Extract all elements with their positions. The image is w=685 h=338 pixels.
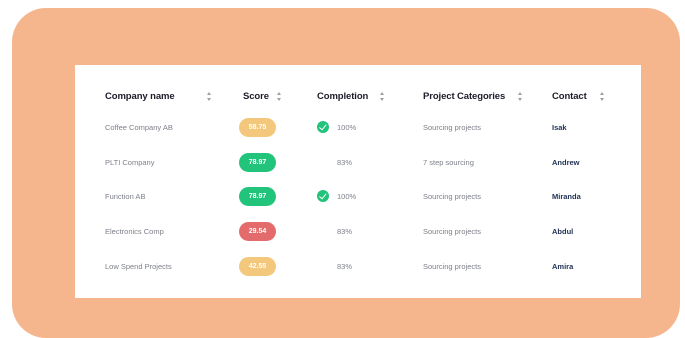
sort-icon[interactable] [600, 92, 605, 101]
check-circle-icon [317, 121, 329, 133]
score-badge: 78.97 [239, 186, 276, 206]
contact-link[interactable]: Miranda [552, 185, 581, 207]
column-header-company-name[interactable]: Company name [105, 89, 175, 103]
column-header-label: Score [243, 90, 269, 102]
companies-table: Company name Score Completion Project Ca… [75, 65, 641, 298]
table-row[interactable]: Low Spend Projects 42.55 83% Sourcing pr… [75, 255, 641, 277]
column-header-label: Project Categories [423, 90, 506, 102]
card-background-frame: Company name Score Completion Project Ca… [12, 8, 680, 338]
sort-icon[interactable] [277, 92, 282, 101]
completion-value: 83% [337, 261, 353, 271]
company-name-cell: Electronics Comp [105, 226, 164, 236]
project-category-cell: Sourcing projects [423, 122, 481, 132]
sort-icon[interactable] [207, 92, 212, 101]
score-badge: 42.55 [239, 256, 276, 276]
contact-link[interactable]: Amira [552, 255, 573, 277]
score-cell: 78.97 [239, 151, 276, 173]
sort-icon[interactable] [518, 92, 523, 101]
table-row[interactable]: Electronics Comp 29.54 83% Sourcing proj… [75, 220, 641, 242]
completion-cell: 100% [317, 116, 356, 138]
score-cell: 58.75 [239, 116, 276, 138]
company-name-cell: Coffee Company AB [105, 122, 173, 132]
column-header-project-categories[interactable]: Project Categories [423, 89, 505, 103]
column-header-label: Contact [552, 90, 587, 102]
completion-cell: 83% [337, 255, 352, 277]
column-header-score[interactable]: Score [243, 89, 269, 103]
company-name-cell: PLTI Company [105, 157, 155, 167]
project-category-cell: 7 step sourcing [423, 157, 474, 167]
project-category-cell: Sourcing projects [423, 191, 481, 201]
completion-cell: 100% [317, 185, 356, 207]
table-row[interactable]: Function AB 78.97 100% Sourcing projects… [75, 185, 641, 207]
score-badge: 58.75 [239, 117, 276, 137]
score-cell: 78.97 [239, 185, 276, 207]
contact-link[interactable]: Isak [552, 116, 567, 138]
contact-link[interactable]: Abdul [552, 220, 573, 242]
completion-value: 83% [337, 226, 353, 236]
column-header-contact[interactable]: Contact [552, 89, 587, 103]
score-cell: 29.54 [239, 220, 276, 242]
company-name-cell: Function AB [105, 191, 146, 201]
column-header-label: Completion [317, 90, 369, 102]
completion-value: 100% [337, 191, 357, 201]
completion-value: 83% [337, 157, 353, 167]
table-row[interactable]: Coffee Company AB 58.75 100% Sourcing pr… [75, 116, 641, 138]
score-cell: 42.55 [239, 255, 276, 277]
completion-cell: 83% [337, 220, 352, 242]
score-badge: 78.97 [239, 152, 276, 172]
project-category-cell: Sourcing projects [423, 261, 481, 271]
completion-cell: 83% [337, 151, 352, 173]
completion-value: 100% [337, 122, 357, 132]
column-header-completion[interactable]: Completion [317, 89, 368, 103]
company-name-cell: Low Spend Projects [105, 261, 172, 271]
contact-link[interactable]: Andrew [552, 151, 580, 173]
table-row[interactable]: PLTI Company 78.97 83% 7 step sourcing A… [75, 151, 641, 173]
sort-icon[interactable] [380, 92, 385, 101]
score-badge: 29.54 [239, 221, 276, 241]
check-circle-icon [317, 190, 329, 202]
column-header-label: Company name [105, 90, 175, 102]
project-category-cell: Sourcing projects [423, 226, 481, 236]
